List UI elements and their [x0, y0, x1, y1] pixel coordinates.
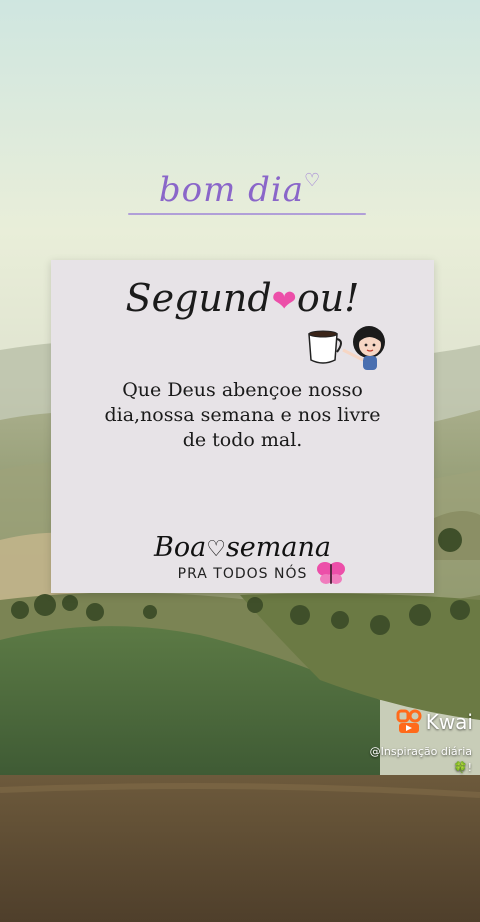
blessing-message: Que Deus abençoe nosso dia,nossa semana …	[104, 379, 381, 451]
kwai-logo-icon	[396, 709, 422, 733]
closing-part-2: semana	[225, 532, 331, 563]
greeting-heart-icon: ♡	[304, 170, 322, 191]
bom-dia-greeting: bom dia♡	[0, 170, 480, 210]
outline-heart-icon: ♡	[206, 537, 226, 562]
girl-cartoon-icon	[342, 326, 385, 370]
title-part-2: ou!	[296, 276, 360, 320]
boa-semana-closing: Boa♡semana	[51, 532, 434, 563]
kwai-brand-text: Kwai	[425, 710, 473, 734]
kwai-watermark: Kwai	[396, 709, 473, 735]
pra-todos-nos-text: PRA TODOS NÓS	[177, 566, 308, 582]
message-card: Segund❤ou! Que Deus abençoe nosso dia,no…	[51, 260, 434, 593]
coffee-girl-illustration	[308, 326, 385, 370]
title-part-1: Segund	[125, 276, 272, 320]
pink-heart-icon: ❤	[271, 284, 297, 319]
closing-part-1: Boa	[154, 532, 207, 563]
coffee-cup-icon	[308, 330, 342, 364]
greeting-text: bom dia	[158, 170, 305, 210]
creator-handle[interactable]: @Inspiração diária🍀!	[352, 744, 472, 776]
butterfly-icon	[317, 562, 345, 584]
greeting-underline	[128, 213, 366, 215]
card-title: Segund❤ou!	[51, 276, 434, 320]
